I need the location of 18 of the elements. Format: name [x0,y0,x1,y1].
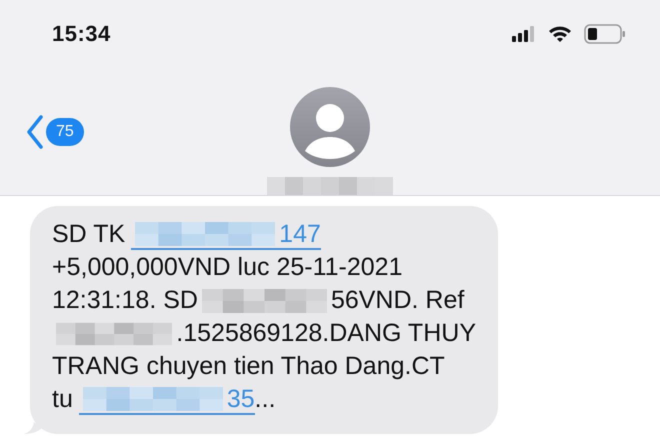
back-button[interactable]: 75 [26,115,84,149]
message-text: ... [254,385,276,414]
battery-icon [584,24,626,44]
unread-badge: 75 [46,118,84,146]
message-text: TRANG chuyen tien Thao Dang.CT [52,352,445,381]
signal-icon [512,26,536,42]
phone-link[interactable]: 147 [131,220,321,250]
message-text: .1525869128.DANG THUY [176,319,476,348]
message-text: SD TK [52,220,126,249]
status-time: 15:34 [52,20,111,46]
chevron-left-icon [26,115,44,149]
message-text: 56VND. Ref [330,286,464,315]
message-text: +5,000,000VND luc 25-11-2021 [52,253,402,282]
message-text: tu [52,385,73,414]
wifi-icon [548,24,572,42]
phone-link[interactable]: 35 [78,384,255,414]
avatar-icon [290,87,370,167]
message-text: 12:31:18. SD [52,286,198,315]
